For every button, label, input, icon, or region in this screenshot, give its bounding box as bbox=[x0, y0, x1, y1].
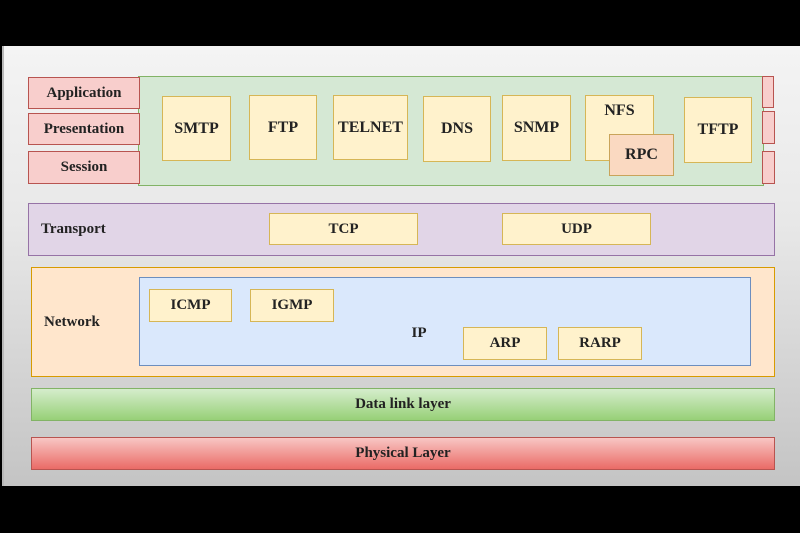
protocol-dns: DNS bbox=[423, 96, 491, 162]
layer-application-label: Application bbox=[46, 84, 122, 101]
protocol-snmp: SNMP bbox=[502, 95, 571, 161]
protocol-icmp-label: ICMP bbox=[170, 297, 211, 313]
protocol-tcp: TCP bbox=[269, 213, 418, 245]
protocol-rpc: RPC bbox=[609, 134, 674, 176]
protocol-ftp-label: FTP bbox=[267, 118, 299, 136]
protocol-tftp: TFTP bbox=[684, 97, 752, 163]
protocol-ftp: FTP bbox=[249, 95, 317, 160]
protocol-nfs-label: NFS bbox=[604, 102, 635, 119]
protocol-rarp-label: RARP bbox=[579, 335, 621, 351]
ip-label-text: IP bbox=[411, 324, 427, 341]
layer-presentation-label: Presentation bbox=[43, 120, 125, 137]
ip-label: IP bbox=[404, 323, 434, 343]
protocol-udp: UDP bbox=[502, 213, 651, 245]
protocol-rpc-label: RPC bbox=[625, 146, 658, 163]
protocol-icmp: ICMP bbox=[149, 289, 232, 322]
protocol-igmp: IGMP bbox=[250, 289, 334, 322]
layer-application: Application bbox=[28, 77, 140, 109]
protocol-arp: ARP bbox=[463, 327, 547, 360]
protocol-rarp: RARP bbox=[558, 327, 642, 360]
diagram-canvas: Application Presentation Session SMTP FT… bbox=[2, 46, 800, 486]
layer-session: Session bbox=[28, 151, 140, 184]
right-tab-application bbox=[762, 76, 774, 108]
right-tab-session bbox=[762, 151, 775, 184]
protocol-tcp-label: TCP bbox=[328, 220, 359, 237]
protocol-telnet: TELNET bbox=[333, 95, 408, 160]
layer-presentation: Presentation bbox=[28, 113, 140, 145]
layer-data-link-label: Data link layer bbox=[355, 396, 451, 412]
right-tab-presentation bbox=[762, 111, 775, 144]
layer-session-label: Session bbox=[60, 159, 108, 175]
protocol-tftp-label: TFTP bbox=[697, 121, 739, 138]
protocol-snmp-label: SNMP bbox=[513, 119, 560, 136]
protocol-udp-label: UDP bbox=[561, 220, 592, 237]
layer-network-label: Network bbox=[44, 313, 100, 330]
layer-transport-label: Transport bbox=[41, 221, 106, 237]
protocol-telnet-label: TELNET bbox=[338, 118, 403, 136]
layer-data-link: Data link layer bbox=[31, 388, 775, 421]
layer-physical-label: Physical Layer bbox=[355, 445, 451, 461]
protocol-dns-label: DNS bbox=[440, 120, 473, 137]
protocol-igmp-label: IGMP bbox=[271, 297, 313, 313]
protocol-smtp: SMTP bbox=[162, 96, 231, 161]
protocol-smtp-label: SMTP bbox=[174, 119, 219, 137]
protocol-arp-label: ARP bbox=[489, 335, 521, 351]
layer-physical: Physical Layer bbox=[31, 437, 775, 470]
